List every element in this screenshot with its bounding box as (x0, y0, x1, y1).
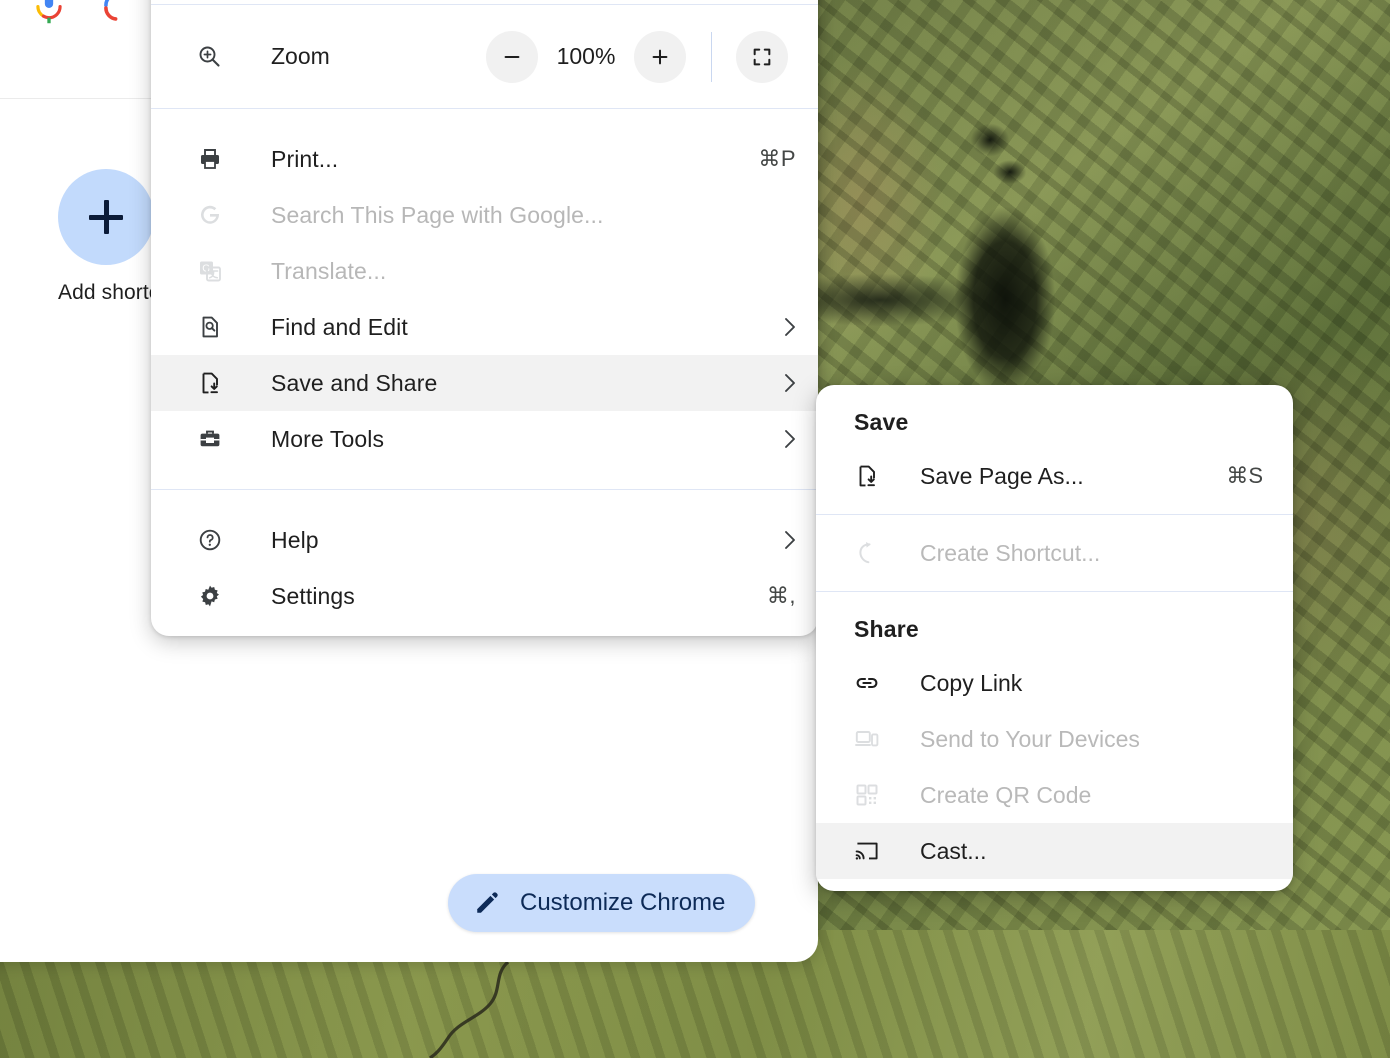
submenu-item-label: Save Page As... (920, 463, 1084, 490)
submenu-item-copy-link[interactable]: Copy Link (816, 655, 1293, 711)
customize-chrome-label: Customize Chrome (520, 889, 725, 917)
menu-item-save-and-share[interactable]: Save and Share (151, 355, 818, 411)
document-search-icon (197, 314, 223, 340)
submenu-item-send-to-your-devices: Send to Your Devices (816, 711, 1293, 767)
submenu-separator (816, 591, 1293, 592)
menu-item-label: Save and Share (271, 370, 437, 397)
cast-icon (854, 838, 880, 864)
chevron-right-icon (784, 317, 796, 337)
gear-icon (197, 583, 223, 609)
menu-item-label: Search This Page with Google... (271, 202, 604, 229)
chevron-right-icon (784, 530, 796, 550)
menu-separator (151, 108, 818, 109)
add-shortcut-label: Add shortcut (58, 281, 154, 305)
menu-item-accelerator: ⌘, (767, 583, 796, 609)
chevron-right-icon (784, 429, 796, 449)
menu-item-find-and-edit[interactable]: Find and Edit (151, 299, 818, 355)
fullscreen-button[interactable] (736, 31, 788, 83)
menu-item-label: Find and Edit (271, 314, 408, 341)
link-icon (854, 670, 880, 696)
zoom-level-value: 100% (538, 43, 634, 70)
help-circle-icon (197, 527, 223, 553)
submenu-item-cast[interactable]: Cast... (816, 823, 1293, 879)
zoom-magnifier-icon (197, 44, 223, 70)
menu-item-print[interactable]: Print... ⌘P (151, 131, 818, 187)
menu-item-label: Translate... (271, 258, 386, 285)
menu-item-label: Help (271, 527, 319, 554)
printer-icon (197, 146, 223, 172)
customize-chrome-button[interactable]: Customize Chrome (448, 874, 755, 932)
submenu-item-save-page-as[interactable]: Save Page As... ⌘S (816, 448, 1293, 504)
submenu-section-header-share: Share (816, 602, 1293, 655)
menu-item-help[interactable]: Help (151, 512, 818, 568)
submenu-item-label: Create QR Code (920, 782, 1091, 809)
zoom-divider (711, 32, 712, 82)
submenu-section-header-save: Save (816, 395, 1293, 448)
google-lens-icon[interactable] (100, 0, 134, 26)
menu-item-translate: G Translate... (151, 243, 818, 299)
zoom-label: Zoom (271, 43, 330, 70)
submenu-item-label: Cast... (920, 838, 986, 865)
qr-code-icon (854, 782, 880, 808)
submenu-separator (816, 514, 1293, 515)
chevron-right-icon (784, 373, 796, 393)
devices-icon (854, 726, 880, 752)
menu-item-more-tools[interactable]: More Tools (151, 411, 818, 467)
microphone-icon[interactable] (32, 0, 66, 26)
menu-item-accelerator: ⌘P (758, 146, 796, 172)
menu-item-search-this-page-with-google: Search This Page with Google... (151, 187, 818, 243)
save-page-icon (854, 463, 880, 489)
submenu-item-create-qr-code: Create QR Code (816, 767, 1293, 823)
menu-item-label: Print... (271, 146, 338, 173)
pencil-icon (474, 890, 500, 916)
submenu-item-create-shortcut: Create Shortcut... (816, 525, 1293, 581)
translate-icon: G (197, 258, 223, 284)
menu-item-clear-browsing-data[interactable]: Clear Browsing Data... ⇧⌘⌫ (151, 0, 818, 4)
zoom-out-button[interactable] (486, 31, 538, 83)
submenu-item-label: Create Shortcut... (920, 540, 1100, 567)
menu-item-settings[interactable]: Settings ⌘, (151, 568, 818, 624)
submenu-item-accelerator: ⌘S (1226, 463, 1263, 489)
google-g-icon (197, 202, 223, 228)
add-shortcut-tile[interactable]: Add shortcut (58, 169, 154, 305)
menu-separator (151, 489, 818, 490)
toolbox-icon (197, 426, 223, 452)
plus-icon (89, 200, 123, 234)
menu-item-label: More Tools (271, 426, 384, 453)
browser-window: Add shortcut Customize Chrome Clear Brow… (0, 0, 1390, 1058)
zoom-controls: 100% (486, 31, 788, 83)
save-and-share-submenu: Save Save Page As... ⌘S Create Shortcut. (816, 385, 1293, 891)
menu-item-label: Settings (271, 583, 355, 610)
add-shortcut-button[interactable] (58, 169, 154, 265)
menu-item-zoom: Zoom 100% (151, 5, 818, 108)
chrome-main-menu: Clear Browsing Data... ⇧⌘⌫ Zoom 100% (151, 0, 818, 636)
save-page-icon (197, 370, 223, 396)
zoom-in-button[interactable] (634, 31, 686, 83)
submenu-item-label: Send to Your Devices (920, 726, 1140, 753)
create-shortcut-icon (854, 540, 880, 566)
submenu-item-label: Copy Link (920, 670, 1022, 697)
